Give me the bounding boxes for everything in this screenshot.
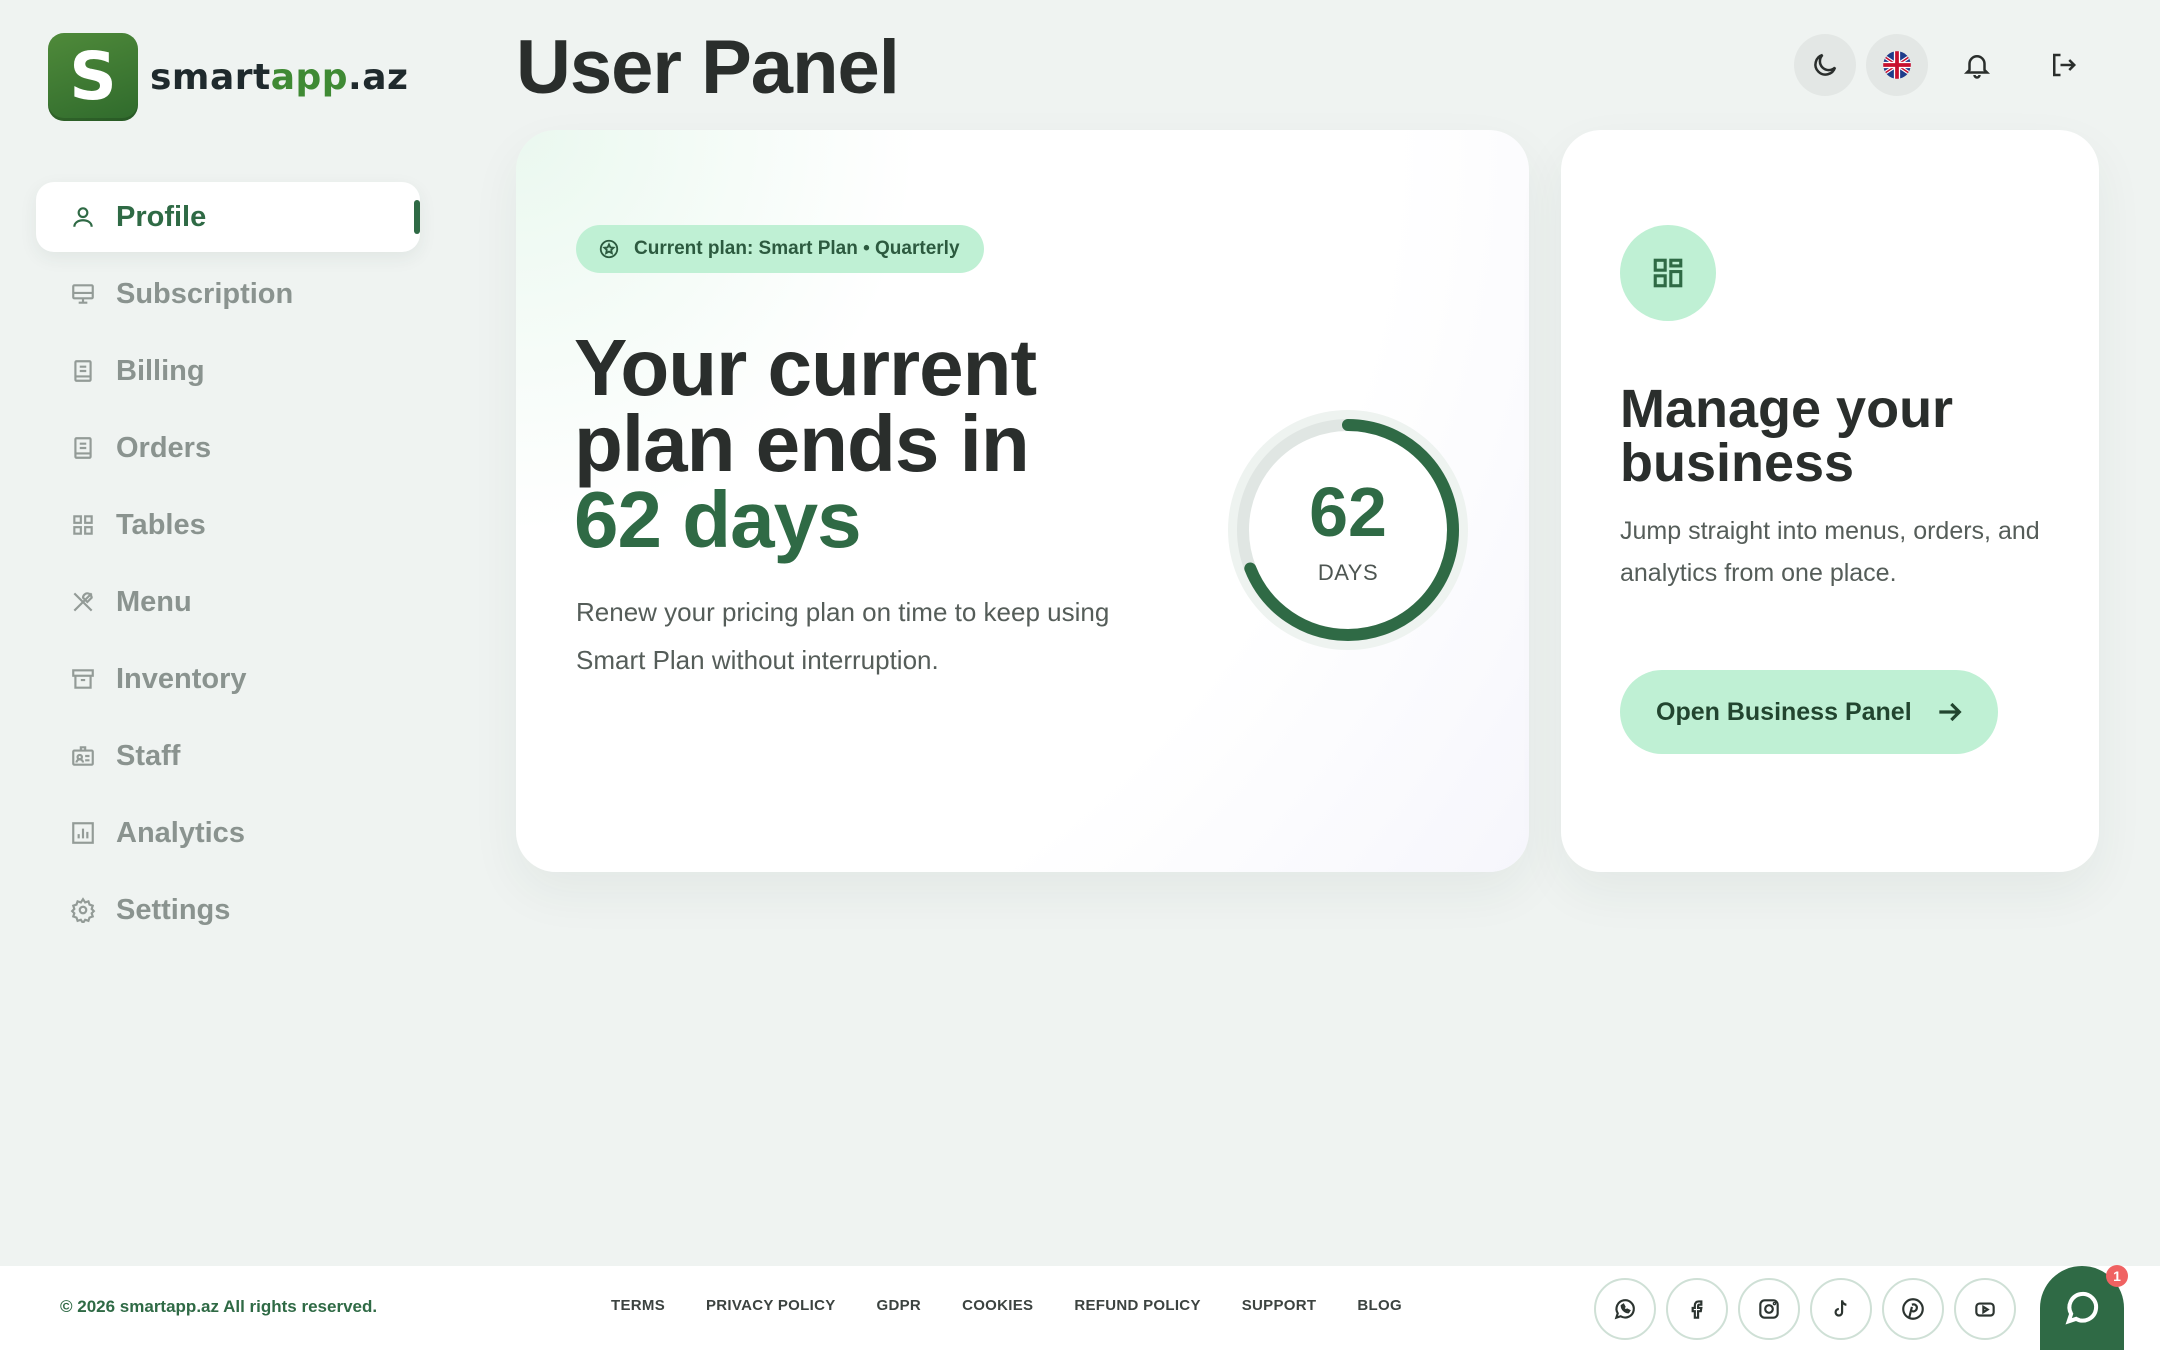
facebook-icon xyxy=(1691,1300,1703,1319)
language-button[interactable] xyxy=(1866,34,1928,96)
sidebar-item-label: Billing xyxy=(116,354,205,387)
tiktok-icon xyxy=(1834,1300,1847,1317)
sidebar-item-label: Analytics xyxy=(116,816,245,849)
monitor-icon xyxy=(68,279,98,309)
gear-icon xyxy=(68,895,98,925)
business-description: Jump straight into menus, orders, and an… xyxy=(1620,517,2040,587)
user-icon xyxy=(68,202,98,232)
copyright: © 2026 smartapp.az All rights reserved. xyxy=(60,1297,378,1316)
logo-wordmark: smartapp.az xyxy=(150,56,409,98)
dashboard-icon xyxy=(1620,225,1716,321)
footer-link-terms[interactable]: TERMS xyxy=(611,1297,665,1314)
grid-icon xyxy=(68,510,98,540)
current-plan-chip: Current plan: Smart Plan • Quarterly xyxy=(576,225,984,273)
id-card-icon xyxy=(68,741,98,771)
receipt-icon xyxy=(68,356,98,386)
plan-headline: Your current plan ends in 62 days xyxy=(574,323,1037,564)
open-business-panel-button[interactable]: Open Business Panel xyxy=(1620,670,1998,754)
sidebar-item-settings[interactable]: Settings xyxy=(36,875,420,945)
bell-icon xyxy=(1963,55,1991,79)
footer-link-refund[interactable]: REFUND POLICY xyxy=(1074,1297,1200,1314)
chart-icon xyxy=(68,818,98,848)
star-badge-icon xyxy=(599,239,619,259)
footer-link-privacy[interactable]: PRIVACY POLICY xyxy=(706,1297,836,1314)
footer-link-gdpr[interactable]: GDPR xyxy=(877,1297,922,1314)
theme-toggle-button[interactable] xyxy=(1794,34,1856,96)
business-title: Manage your business xyxy=(1620,379,1954,493)
sidebar-item-label: Menu xyxy=(116,585,192,618)
facebook-button[interactable] xyxy=(1666,1278,1728,1340)
sidebar-item-label: Settings xyxy=(116,893,231,926)
sidebar-item-label: Profile xyxy=(116,200,207,233)
youtube-icon xyxy=(1975,1302,1995,1317)
footer-link-blog[interactable]: BLOG xyxy=(1357,1297,1402,1314)
sidebar-item-orders[interactable]: Orders xyxy=(36,413,420,483)
pinterest-button[interactable] xyxy=(1882,1278,1944,1340)
instagram-icon xyxy=(1759,1299,1779,1319)
footer-link-cookies[interactable]: COOKIES xyxy=(962,1297,1033,1314)
chat-unread-badge: 1 xyxy=(2106,1265,2128,1287)
footer: © 2026 smartapp.az All rights reserved. … xyxy=(0,1266,2160,1350)
youtube-button[interactable] xyxy=(1954,1278,2016,1340)
sidebar-item-tables[interactable]: Tables xyxy=(36,490,420,560)
logo-badge: S xyxy=(48,33,138,121)
uk-flag-icon xyxy=(1883,51,1911,79)
sidebar-item-label: Subscription xyxy=(116,277,294,310)
sidebar-item-menu[interactable]: Menu xyxy=(36,567,420,637)
days-remaining-highlight: 62 days xyxy=(574,475,862,564)
sidebar-item-label: Inventory xyxy=(116,662,247,695)
sidebar-item-label: Orders xyxy=(116,431,212,464)
notifications-button[interactable] xyxy=(1946,34,2008,96)
sidebar-nav: Profile Subscription Billing Orders Tabl… xyxy=(36,182,420,952)
logout-button[interactable] xyxy=(2032,34,2094,96)
sidebar-item-staff[interactable]: Staff xyxy=(36,721,420,791)
chat-icon xyxy=(2065,1291,2099,1325)
moon-icon xyxy=(1814,53,1837,76)
tiktok-button[interactable] xyxy=(1810,1278,1872,1340)
receipt-icon xyxy=(68,433,98,463)
plan-description: Renew your pricing plan on time to keep … xyxy=(576,597,1110,675)
sidebar-item-label: Tables xyxy=(116,508,206,541)
plan-card: Current plan: Smart Plan • Quarterly You… xyxy=(516,130,1529,872)
days-remaining-ring: 62 DAYS xyxy=(1228,410,1468,650)
utensils-icon xyxy=(68,587,98,617)
whatsapp-button[interactable] xyxy=(1594,1278,1656,1340)
business-card: Manage your business Jump straight into … xyxy=(1561,130,2099,872)
archive-icon xyxy=(68,664,98,694)
footer-links: TERMS PRIVACY POLICY GDPR COOKIES REFUND… xyxy=(611,1297,1443,1314)
button-label: Open Business Panel xyxy=(1656,697,1912,726)
plan-chip-label: Current plan: Smart Plan • Quarterly xyxy=(634,238,960,259)
pinterest-icon xyxy=(1902,1298,1924,1320)
brand-logo[interactable]: S smartapp.az xyxy=(48,33,408,121)
sidebar-item-profile[interactable]: Profile xyxy=(36,182,420,252)
sidebar-item-billing[interactable]: Billing xyxy=(36,336,420,406)
sidebar-item-analytics[interactable]: Analytics xyxy=(36,798,420,868)
instagram-button[interactable] xyxy=(1738,1278,1800,1340)
sidebar-item-subscription[interactable]: Subscription xyxy=(36,259,420,329)
whatsapp-icon xyxy=(1614,1299,1635,1320)
days-remaining-number: 62 xyxy=(1309,473,1387,551)
sidebar-item-inventory[interactable]: Inventory xyxy=(36,644,420,714)
footer-link-support[interactable]: SUPPORT xyxy=(1242,1297,1317,1314)
sidebar-item-label: Staff xyxy=(116,739,181,772)
arrow-right-icon xyxy=(1938,702,1962,722)
days-label: DAYS xyxy=(1317,560,1379,585)
logout-icon xyxy=(2053,53,2077,77)
page-title: User Panel xyxy=(516,25,900,110)
